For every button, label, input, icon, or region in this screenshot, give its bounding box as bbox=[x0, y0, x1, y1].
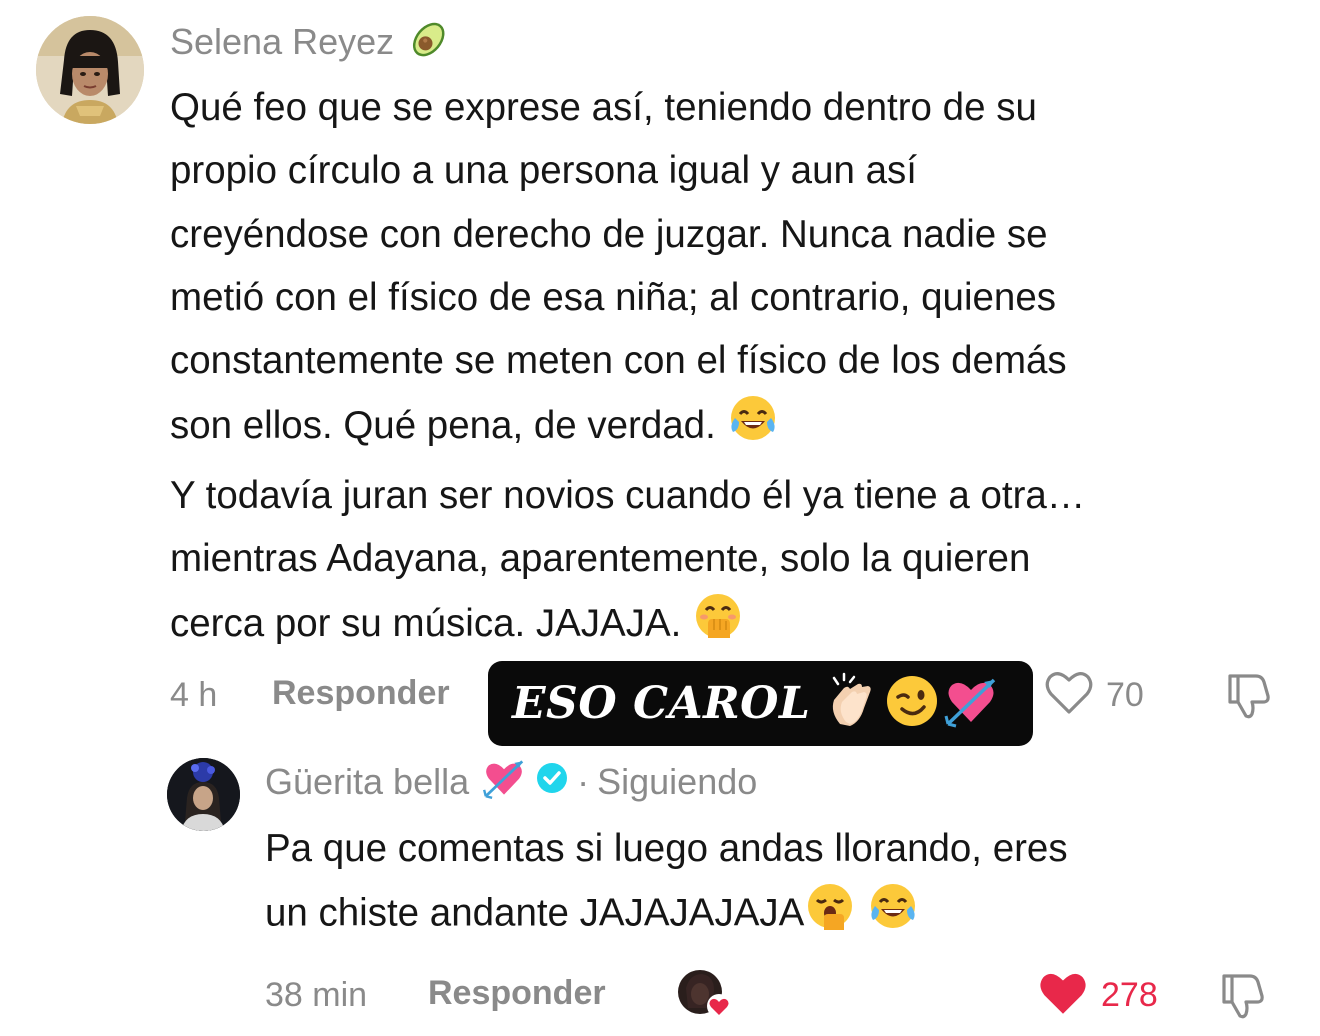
username[interactable]: Selena Reyez bbox=[170, 18, 454, 66]
like-count: 70 bbox=[1106, 676, 1144, 714]
heart-filled-icon bbox=[1040, 973, 1086, 1014]
comment-line: constantemente se meten con el físico de… bbox=[170, 339, 1067, 383]
winking-face-icon bbox=[884, 673, 940, 734]
like-count: 278 bbox=[1101, 976, 1158, 1014]
comment-line: metió con el físico de esa niña; al cont… bbox=[170, 275, 1057, 319]
username-text[interactable]: Güerita bella bbox=[265, 761, 469, 803]
yawning-face-icon bbox=[804, 880, 856, 951]
comment-line: son ellos. Qué pena, de verdad. bbox=[170, 404, 716, 448]
avatar[interactable] bbox=[36, 16, 144, 124]
avocado-icon bbox=[406, 15, 454, 70]
separator-dot: · bbox=[577, 761, 590, 802]
reply-button[interactable]: Responder bbox=[428, 974, 606, 1013]
creator-liked-badge bbox=[676, 968, 732, 1020]
thumbs-down-icon bbox=[1222, 974, 1264, 1019]
face-with-tears-of-joy-icon bbox=[867, 880, 919, 951]
heart-with-arrow-icon bbox=[942, 672, 1000, 735]
heart-outline-icon bbox=[1045, 672, 1093, 714]
comment-line: creyéndose con derecho de juzgar. Nunca … bbox=[170, 212, 1048, 256]
follow-status[interactable]: Siguiendo bbox=[597, 761, 757, 803]
reply-username-row: Güerita bella · Siguiendo bbox=[265, 756, 757, 808]
heart-with-arrow-icon bbox=[481, 755, 527, 810]
comment-line: mientras Adayana, aparentemente, solo la… bbox=[170, 537, 1031, 581]
face-with-tears-of-joy-icon bbox=[727, 392, 779, 463]
comment-timestamp: 4 h bbox=[170, 676, 218, 714]
reply-line: un chiste andante JAJAJAJAJA bbox=[265, 891, 805, 935]
like-button[interactable] bbox=[1043, 668, 1095, 721]
creator-avatar bbox=[678, 970, 731, 1018]
avatar[interactable] bbox=[167, 758, 240, 831]
comment-line: Y todavía juran ser novios cuando él ya … bbox=[170, 473, 1086, 517]
avatar-image bbox=[167, 758, 240, 831]
like-button[interactable] bbox=[1036, 968, 1090, 1023]
verified-badge-icon bbox=[535, 761, 569, 804]
comment-text: Qué feo que se exprese así, teniendo den… bbox=[170, 76, 1310, 662]
avatar-image bbox=[36, 16, 144, 124]
comment-line: propio círculo a una persona igual y aun… bbox=[170, 149, 917, 193]
face-with-hand-over-mouth-icon bbox=[692, 590, 744, 661]
dislike-button[interactable] bbox=[1222, 668, 1274, 725]
username-text: Selena Reyez bbox=[170, 21, 395, 62]
text-sticker: ESO CAROL bbox=[488, 661, 1033, 746]
reply-line: Pa que comentas si luego andas llorando,… bbox=[265, 827, 1068, 870]
comment-line: cerca por su música. JAJAJA. bbox=[170, 602, 682, 646]
thumbs-down-icon bbox=[1228, 674, 1270, 719]
reply-text: Pa que comentas si luego andas llorando,… bbox=[265, 817, 1305, 951]
sticker-text: ESO CAROL bbox=[512, 678, 811, 729]
comment-thread: Selena Reyez Qué feo que se exprese así,… bbox=[0, 0, 1320, 1036]
comment-line: Qué feo que se exprese así, teniendo den… bbox=[170, 86, 1037, 129]
reply-button[interactable]: Responder bbox=[272, 674, 450, 713]
clapping-hands-icon bbox=[824, 672, 882, 735]
dislike-button[interactable] bbox=[1216, 968, 1268, 1025]
reply-timestamp: 38 min bbox=[265, 976, 368, 1014]
